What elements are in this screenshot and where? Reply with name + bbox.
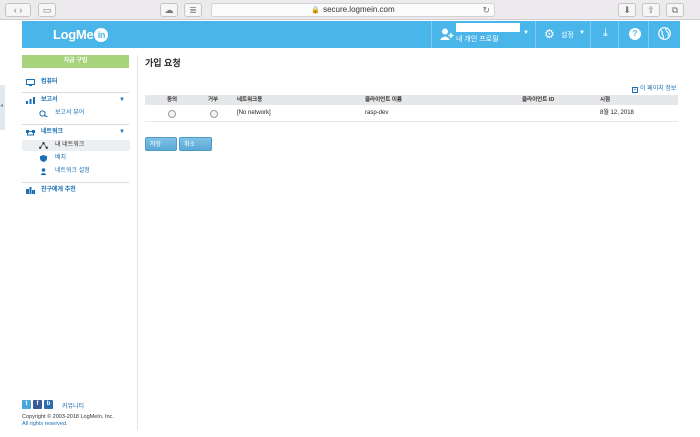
facebook-icon[interactable]: f (33, 400, 42, 409)
page-info-label: 이 페이지 정보 (640, 86, 677, 92)
topology-icon (39, 142, 48, 149)
copyright-text: Copyright © 2003-2018 LogMeIn, Inc. (22, 414, 114, 420)
address-bar[interactable]: 🔒 secure.logmein.com ↻ (211, 3, 495, 17)
reader-icon[interactable]: ≣ (184, 3, 202, 17)
sidebar-item-label: 보고서 뷰어 (55, 110, 85, 116)
community-link[interactable]: 커뮤니티 (62, 401, 84, 410)
settings-menu-label[interactable]: 설정 (561, 30, 574, 40)
column-network: 네트워크용 (237, 97, 263, 103)
logmein-logo[interactable]: LogMe in (53, 27, 109, 42)
sidebar-item-label: 친구에게 추천 (41, 187, 76, 193)
row-network: [No network] (237, 110, 271, 116)
logo-in-badge: in (94, 28, 109, 42)
gear-icon[interactable]: ⚙ (544, 28, 555, 40)
reject-radio[interactable] (210, 110, 218, 118)
logo-text: LogMe (53, 27, 94, 42)
user-profile-icon (440, 28, 454, 40)
column-time: 시점 (600, 97, 611, 103)
settings-caret-icon[interactable]: ▼ (579, 30, 585, 36)
sidebar-item-network[interactable]: 네트워크 ▼ (22, 127, 130, 138)
extension-icon[interactable]: ☁ (160, 3, 178, 17)
sidebar-item-network-settings[interactable]: 네트워크 설정 (22, 166, 130, 177)
report-viewer-icon (39, 110, 48, 117)
globe-icon[interactable] (658, 27, 671, 40)
chevron-down-icon[interactable]: ▼ (119, 95, 125, 106)
network-settings-icon (40, 168, 47, 175)
buy-now-button[interactable]: 지금 구입 (22, 55, 129, 68)
header-divider (618, 21, 619, 48)
column-client-id: 클라이언트 ID (522, 97, 555, 103)
sidebar-item-label: 내 네트워크 (55, 142, 85, 148)
plus-box-icon: + (632, 87, 638, 93)
sidebar-item-my-network[interactable]: 내 네트워크 (22, 140, 130, 151)
save-button[interactable]: 저장 (145, 137, 177, 151)
app-header: LogMe in 내 개인 프로필 ▼ ⚙ 설정 ▼ ⤓ ? (22, 21, 680, 48)
profile-menu-label[interactable]: 내 개인 프로필 (456, 34, 499, 44)
page-title: 가입 요청 (145, 58, 181, 68)
refer-friend-icon (26, 187, 35, 194)
page-info-link[interactable]: + 이 페이지 정보 (632, 83, 676, 93)
header-divider (535, 21, 536, 48)
divider (22, 92, 129, 93)
downloads-icon[interactable]: ⬇ (618, 3, 636, 17)
lock-icon: 🔒 (311, 7, 321, 14)
back-forward-buttons[interactable]: ‹ › (5, 3, 31, 17)
feedback-edge-tab[interactable]: ◂ (0, 85, 5, 130)
sidebar-item-label: 네트워크 (41, 129, 64, 135)
column-reject: 거부 (208, 97, 219, 103)
divider (22, 182, 129, 183)
sidebar-item-report-viewer[interactable]: 보고서 뷰어 (22, 108, 130, 119)
sidebar: 지금 구입 컴퓨터 보고서 ▼ 보고서 뷰어 네트워크 ▼ 내 네트워크 배치 … (22, 55, 130, 430)
sidebar-item-reports[interactable]: 보고서 ▼ (22, 95, 130, 106)
cancel-button[interactable]: 취소 (179, 137, 212, 151)
header-divider (590, 21, 591, 48)
tabs-icon[interactable]: ⧉ (666, 3, 684, 17)
rights-text: All rights reserved. (22, 421, 68, 427)
shield-icon (40, 155, 47, 162)
browser-toolbar: ‹ › ▭ ☁ ≣ 🔒 secure.logmein.com ↻ ⬇ ⇧ ⧉ (0, 0, 700, 20)
url-text: secure.logmein.com (323, 5, 395, 14)
sidebar-item-computers[interactable]: 컴퓨터 (22, 77, 130, 88)
sidebar-item-label: 네트워크 설정 (55, 168, 90, 174)
sidebar-item-label: 보고서 (41, 97, 58, 103)
download-icon[interactable]: ⤓ (603, 27, 608, 40)
row-client-name: rasp-dev (365, 110, 389, 116)
sidebar-item-deploy[interactable]: 배치 (22, 153, 130, 164)
bar-chart-icon (26, 97, 35, 104)
sidebar-toggle-icon[interactable]: ▭ (38, 3, 56, 17)
network-icon (26, 130, 35, 136)
divider (22, 124, 129, 125)
reload-icon[interactable]: ↻ (482, 4, 490, 16)
content-divider (137, 55, 138, 430)
help-icon[interactable]: ? (629, 28, 641, 40)
profile-caret-icon[interactable]: ▼ (523, 30, 529, 36)
profile-name-redacted (456, 23, 520, 32)
column-client-name: 클라이언트 이름 (365, 97, 402, 103)
table-row-divider (145, 121, 678, 122)
header-divider (648, 21, 649, 48)
twitter-icon[interactable]: t (22, 400, 31, 409)
accept-radio[interactable] (168, 110, 176, 118)
table-header: 동의 거부 네트워크용 클라이언트 이름 클라이언트 ID 시점 (145, 95, 678, 105)
column-accept: 동의 (167, 97, 178, 103)
sidebar-item-refer-friend[interactable]: 친구에게 추천 (22, 185, 130, 196)
row-time: 8월 12, 2018 (600, 110, 634, 116)
monitor-icon (26, 79, 35, 86)
chevron-down-icon[interactable]: ▼ (119, 127, 125, 138)
header-divider (431, 21, 432, 48)
blog-icon[interactable]: b (44, 400, 53, 409)
sidebar-item-label: 배치 (55, 155, 67, 161)
sidebar-item-label: 컴퓨터 (41, 79, 58, 85)
share-icon[interactable]: ⇧ (642, 3, 660, 17)
